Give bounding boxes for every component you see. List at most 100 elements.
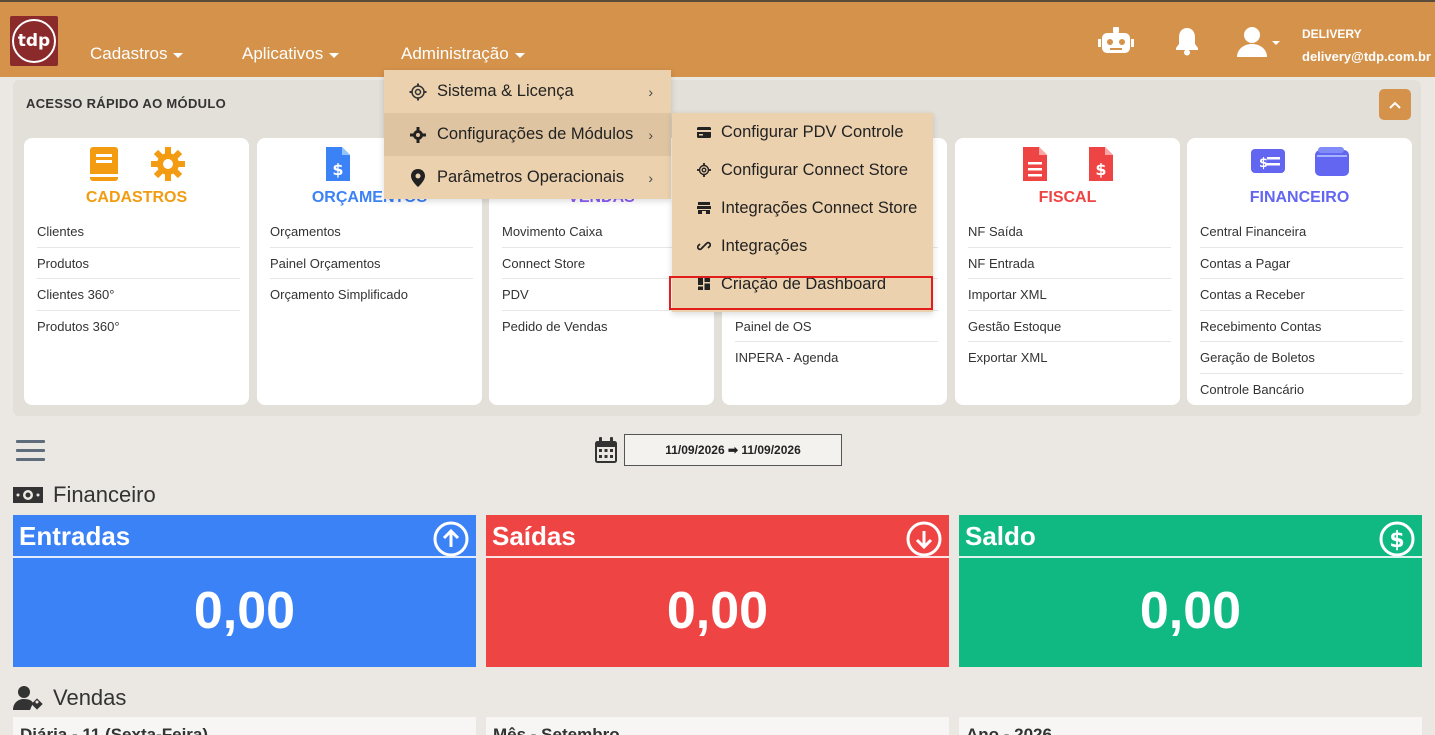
- module-link[interactable]: Importar XML: [968, 279, 1171, 311]
- saidas-label: Saídas: [492, 521, 576, 551]
- menu-item-label: Configurações de Módulos: [437, 125, 634, 143]
- module-link[interactable]: Contas a Pagar: [1200, 248, 1403, 279]
- module-card-financeiro: $ FINANCEIRO Central Financeira Contas a…: [1187, 138, 1412, 405]
- module-link[interactable]: Recebimento Contas: [1200, 311, 1403, 342]
- collapse-button[interactable]: [1379, 89, 1411, 120]
- module-card-fiscal: $ FISCAL NF Saída NF Entrada Importar XM…: [955, 138, 1180, 405]
- logo-text: tdp: [12, 19, 56, 63]
- robot-icon[interactable]: [1098, 26, 1134, 61]
- vendas-section-title: Vendas: [13, 685, 126, 711]
- bell-icon[interactable]: [1174, 26, 1200, 61]
- saidas-value: 0,00: [666, 582, 769, 640]
- caret-down-icon: [514, 52, 525, 58]
- chevron-right-icon: ›: [648, 126, 653, 143]
- entradas-label: Entradas: [19, 521, 131, 551]
- module-link[interactable]: Painel Orçamentos: [270, 248, 473, 279]
- vendas-mes-card[interactable]: Mês - Setembro: [486, 717, 949, 735]
- module-link[interactable]: Gestão Estoque: [968, 311, 1171, 342]
- vendas-diaria-card[interactable]: Diária - 11 (Sexta-Feira): [13, 717, 476, 735]
- store-icon: [697, 201, 711, 215]
- entradas-value: 0,00: [193, 582, 296, 640]
- financeiro-section-title: Financeiro: [13, 482, 156, 508]
- quick-access-title: ACESSO RÁPIDO AO MÓDULO: [26, 96, 226, 111]
- module-link[interactable]: NF Entrada: [968, 248, 1171, 279]
- module-link[interactable]: Geração de Boletos: [1200, 342, 1403, 374]
- caret-down-icon: [329, 52, 340, 58]
- submenu-configurar-connect-store[interactable]: Configurar Connect Store: [672, 151, 933, 189]
- menu-item-sistema-licenca[interactable]: Sistema & Licença ›: [384, 70, 671, 113]
- module-link[interactable]: INPERA - Agenda: [735, 342, 938, 374]
- money-bill-icon: [13, 487, 43, 503]
- submenu-label: Integrações: [721, 236, 808, 255]
- saidas-card[interactable]: Saídas 0,00: [486, 515, 949, 667]
- hamburger-menu-icon[interactable]: [16, 440, 45, 461]
- menu-item-label: Sistema & Licença: [437, 82, 574, 100]
- module-link[interactable]: Painel de OS: [735, 311, 938, 342]
- top-navbar: tdp Cadastros Aplicativos Administração …: [0, 0, 1435, 77]
- gear-outline-icon: [409, 83, 427, 101]
- card-title: CADASTROS: [85, 189, 188, 206]
- module-link[interactable]: NF Saída: [968, 216, 1171, 248]
- module-link[interactable]: Clientes 360°: [37, 279, 240, 311]
- vendas-ano-card[interactable]: Ano - 2026: [959, 717, 1422, 735]
- wallet-icon: [1314, 147, 1349, 176]
- module-link[interactable]: Orçamento Simplificado: [270, 279, 473, 311]
- svg-text:$: $: [1259, 156, 1268, 171]
- svg-text:$: $: [1389, 528, 1404, 553]
- saldo-value: 0,00: [1139, 582, 1242, 640]
- document-icon: [1022, 147, 1047, 181]
- user-tag-icon: [13, 686, 43, 710]
- gear-outline-icon: [697, 163, 711, 177]
- saldo-card[interactable]: Saldo $ 0,00: [959, 515, 1422, 667]
- vendas-card-label: Diária - 11 (Sexta-Feira): [20, 725, 209, 735]
- gear-solid-icon: [409, 126, 427, 144]
- entradas-card[interactable]: Entradas 0,00: [13, 515, 476, 667]
- submenu-integracoes[interactable]: Integrações: [672, 227, 933, 265]
- highlight-box: [669, 276, 933, 310]
- submenu-configurar-pdv-controle[interactable]: Configurar PDV Controle: [672, 113, 933, 151]
- svg-text:$: $: [1095, 160, 1106, 179]
- chevron-right-icon: ›: [648, 169, 653, 186]
- company-logo[interactable]: tdp: [10, 16, 58, 66]
- submenu-label: Configurar PDV Controle: [721, 122, 904, 141]
- section-title-text: Vendas: [53, 685, 127, 710]
- svg-text:$: $: [332, 160, 343, 179]
- chevron-right-icon: ›: [648, 83, 653, 100]
- module-link[interactable]: Controle Bancário: [1200, 374, 1403, 406]
- gear-icon: [150, 147, 185, 181]
- nav-aplicativos[interactable]: Aplicativos: [242, 44, 340, 64]
- nav-cadastros[interactable]: Cadastros: [90, 44, 184, 64]
- invoice-dollar-icon: $: [1088, 147, 1113, 181]
- nav-aplicativos-label: Aplicativos: [242, 44, 324, 63]
- user-avatar-icon[interactable]: [1236, 26, 1282, 63]
- module-link[interactable]: Clientes: [37, 216, 240, 248]
- submenu-label: Configurar Connect Store: [721, 160, 909, 179]
- section-title-text: Financeiro: [53, 482, 156, 507]
- menu-item-label: Parâmetros Operacionais: [437, 168, 625, 186]
- submenu-integracoes-connect-store[interactable]: Integrações Connect Store: [672, 189, 933, 227]
- link-icon: [697, 239, 711, 253]
- module-link[interactable]: Exportar XML: [968, 342, 1171, 374]
- user-email: delivery@tdp.com.br: [1302, 49, 1431, 64]
- submenu-label: Integrações Connect Store: [721, 198, 918, 217]
- nav-cadastros-label: Cadastros: [90, 44, 168, 63]
- card-icon: [697, 125, 711, 139]
- module-link[interactable]: Pedido de Vendas: [502, 311, 705, 343]
- card-title: FINANCEIRO: [1249, 189, 1350, 206]
- map-pin-icon: [409, 168, 427, 187]
- menu-item-configuracoes-modulos[interactable]: Configurações de Módulos ›: [384, 113, 671, 156]
- calendar-icon[interactable]: [594, 437, 618, 469]
- user-name: DELIVERY: [1302, 27, 1362, 41]
- module-link[interactable]: Central Financeira: [1200, 216, 1403, 248]
- date-range-input[interactable]: 11/09/2026 ➡ 11/09/2026: [624, 434, 842, 466]
- module-link[interactable]: Produtos 360°: [37, 311, 240, 343]
- chevron-up-icon: [1389, 101, 1401, 109]
- module-link[interactable]: Produtos: [37, 248, 240, 279]
- module-link[interactable]: Contas a Receber: [1200, 279, 1403, 311]
- nav-administracao[interactable]: Administração: [401, 44, 525, 64]
- vendas-card-label: Mês - Setembro: [493, 725, 620, 735]
- administracao-dropdown: Sistema & Licença › Configurações de Mód…: [384, 70, 671, 199]
- nav-administracao-label: Administração: [401, 44, 509, 63]
- module-link[interactable]: Orçamentos: [270, 216, 473, 248]
- menu-item-parametros-operacionais[interactable]: Parâmetros Operacionais ›: [384, 156, 671, 199]
